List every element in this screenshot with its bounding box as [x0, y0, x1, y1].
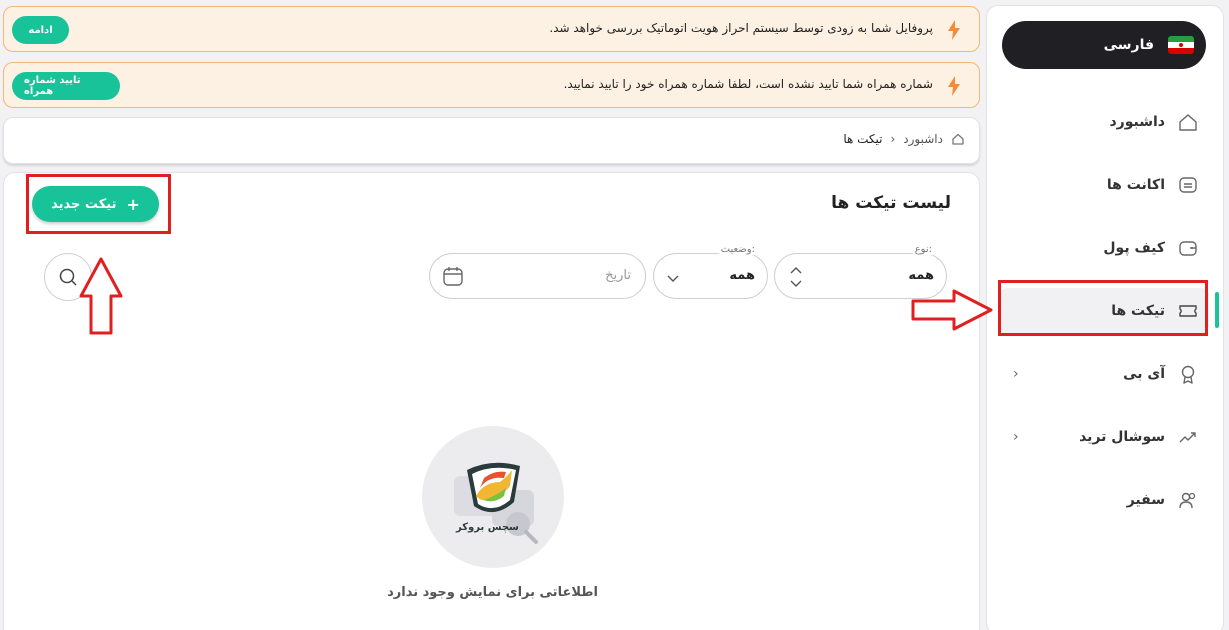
search-icon	[59, 268, 77, 286]
type-filter-value: همه	[908, 268, 934, 283]
logo-text: سچس بروکر	[456, 522, 519, 533]
sidebar-item-ib[interactable]: آی بی ›	[999, 351, 1209, 397]
breadcrumb-separator: ›	[890, 132, 896, 146]
home-icon[interactable]	[951, 132, 965, 146]
award-icon	[1181, 365, 1195, 384]
status-filter[interactable]: وضعیت: همه	[653, 244, 768, 299]
active-indicator	[1215, 292, 1219, 328]
alert-profile-review: پروفایل شما به زودی توسط سیستم احراز هوی…	[3, 6, 980, 52]
trend-icon	[1179, 432, 1196, 443]
highlight-tickets-menu	[998, 280, 1208, 336]
alert-message: پروفایل شما به زودی توسط سیستم احراز هوی…	[549, 21, 933, 35]
sidebar-item-wallet[interactable]: کیف پول	[999, 225, 1209, 271]
sort-arrows-icon	[790, 267, 802, 287]
tickets-panel: لیست تیکت ها تیکت جدید + نوع: همه وضعیت:…	[3, 172, 980, 630]
language-selector[interactable]: فارسی	[1002, 21, 1206, 69]
home-icon	[1179, 114, 1197, 131]
sidebar-item-label: داشبورد	[1109, 114, 1166, 130]
empty-state-illustration: سچس بروکر	[422, 426, 564, 568]
sidebar-item-label: سفیر	[1126, 492, 1165, 508]
arrow-right-annotation	[911, 289, 993, 331]
wallet-icon	[1179, 241, 1197, 256]
lightning-icon	[948, 76, 960, 96]
iran-flag-icon	[1168, 36, 1194, 54]
date-placeholder: تاریخ	[605, 268, 631, 283]
broker-logo	[454, 462, 538, 544]
page-title: لیست تیکت ها	[831, 193, 951, 213]
account-card-icon	[1179, 177, 1197, 193]
highlight-new-ticket	[26, 174, 171, 234]
breadcrumb-home[interactable]: داشبورد	[903, 132, 943, 146]
alert-message: شماره همراه شما تایید نشده است، لطفا شما…	[563, 77, 933, 91]
breadcrumb: داشبورد › تیکت ها	[3, 117, 980, 164]
status-filter-label: وضعیت:	[718, 244, 757, 255]
users-icon	[1179, 492, 1196, 509]
chevron-down-icon	[667, 275, 679, 282]
empty-state-message: اطلاعاتی برای نمایش وجود ندارد	[387, 585, 598, 600]
chevron-right-icon[interactable]: ›	[1013, 429, 1019, 445]
sidebar-item-social-trade[interactable]: سوشال ترید ›	[999, 414, 1209, 460]
sidebar-item-label: کیف پول	[1103, 240, 1165, 256]
calendar-icon[interactable]	[442, 265, 464, 287]
alert-phone-verify: شماره همراه شما تایید نشده است، لطفا شما…	[3, 62, 980, 108]
continue-button[interactable]: ادامه	[12, 16, 69, 44]
date-field[interactable]: تاریخ	[429, 253, 646, 299]
language-label: فارسی	[1103, 37, 1154, 53]
breadcrumb-current: تیکت ها	[843, 132, 883, 146]
sidebar-item-label: اکانت ها	[1106, 177, 1165, 193]
status-filter-value: همه	[729, 268, 755, 283]
type-filter-label: نوع:	[912, 244, 934, 255]
sidebar-item-accounts[interactable]: اکانت ها	[999, 162, 1209, 208]
arrow-up-annotation	[79, 257, 123, 335]
sidebar-item-ambassador[interactable]: سفیر	[999, 477, 1209, 523]
sidebar-item-label: سوشال ترید	[1079, 429, 1165, 445]
chevron-right-icon[interactable]: ›	[1013, 366, 1019, 382]
verify-phone-button[interactable]: تایید شماره همراه	[12, 72, 120, 100]
lightning-icon	[948, 20, 960, 40]
sidebar-item-dashboard[interactable]: داشبورد	[999, 99, 1209, 145]
sidebar-item-label: آی بی	[1123, 366, 1165, 382]
